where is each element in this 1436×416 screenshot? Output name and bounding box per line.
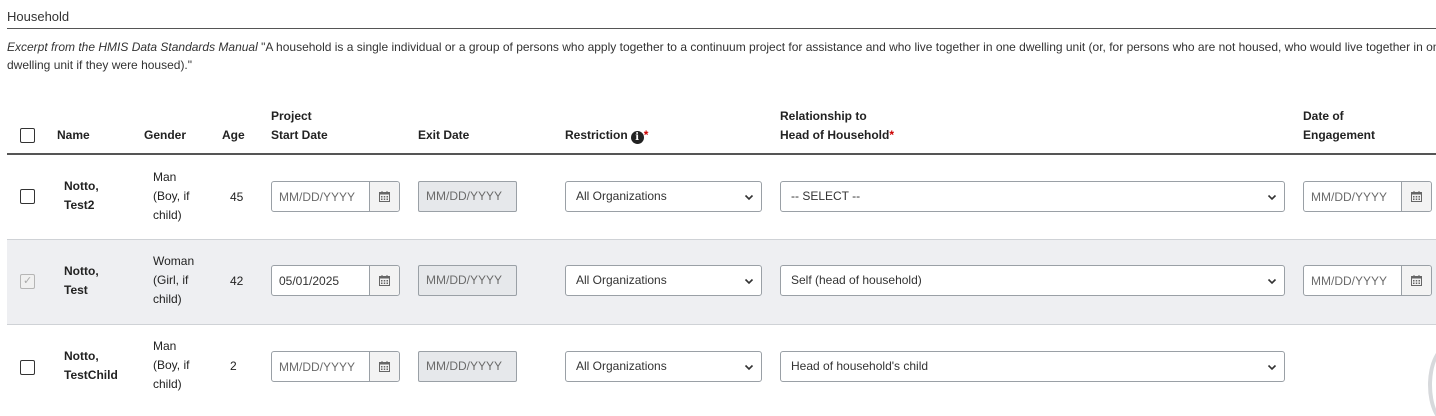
relationship-select[interactable]: Head of household's child — [780, 351, 1285, 382]
chevron-down-icon — [1267, 278, 1277, 285]
row-select-checkbox[interactable] — [20, 189, 35, 204]
restriction-value: All Organizations — [576, 359, 667, 373]
gender-line: Man — [153, 170, 177, 184]
member-name: Notto, Test2 — [64, 177, 99, 215]
member-age: 42 — [230, 274, 244, 288]
member-age: 2 — [230, 359, 237, 373]
project-start-date-input[interactable] — [272, 352, 369, 381]
section-title: Household — [7, 9, 70, 24]
table-row: Notto, TestChild Man (Boy, if child) 2 MM/D… — [7, 325, 1436, 416]
header-engagement-line2: Engagement — [1303, 128, 1376, 142]
calendar-button[interactable] — [1401, 182, 1431, 211]
engagement-date-picker — [1303, 265, 1432, 296]
calendar-icon — [379, 191, 390, 202]
chevron-down-icon — [744, 364, 754, 371]
member-name: Notto, TestChild — [64, 347, 118, 385]
info-icon[interactable]: i — [630, 131, 644, 144]
header-relationship: Relationship to Head of Household* — [780, 107, 894, 145]
header-date-of-engagement: Date of Engagement — [1303, 107, 1375, 145]
calendar-button[interactable] — [369, 266, 399, 295]
calendar-icon — [1411, 275, 1422, 286]
project-start-date-input[interactable] — [272, 182, 369, 211]
excerpt-text: Excerpt from the HMIS Data Standards Man… — [7, 38, 1436, 74]
member-gender: Man (Boy, if child) — [153, 337, 189, 394]
name-line: Notto, — [64, 349, 99, 363]
relationship-value: -- SELECT -- — [791, 189, 861, 203]
chevron-down-icon — [744, 278, 754, 285]
restriction-select[interactable]: All Organizations — [565, 181, 762, 212]
excerpt-label: Excerpt from the HMIS Data Standards Man… — [7, 40, 258, 54]
header-project-start-line1: Project — [271, 109, 312, 123]
relationship-select[interactable]: Self (head of household) — [780, 265, 1285, 296]
required-marker: * — [643, 128, 649, 142]
engagement-date-input[interactable] — [1304, 182, 1401, 211]
calendar-button[interactable] — [1401, 266, 1431, 295]
header-restriction-label: Restriction — [565, 128, 628, 142]
calendar-button[interactable] — [369, 352, 399, 381]
name-line: Notto, — [64, 264, 99, 278]
name-line: Test2 — [64, 198, 95, 212]
exit-date-field: MM/DD/YYYY — [418, 351, 517, 382]
gender-line: Woman — [153, 254, 195, 268]
header-name: Name — [57, 128, 90, 142]
chevron-down-icon — [1267, 194, 1277, 201]
name-line: Notto, — [64, 179, 99, 193]
name-line: TestChild — [64, 368, 118, 382]
member-gender: Woman (Girl, if child) — [153, 252, 194, 309]
exit-date-field: MM/DD/YYYY — [418, 181, 517, 212]
engagement-date-picker — [1303, 181, 1432, 212]
header-restriction: Restriction i * — [565, 126, 648, 145]
relationship-value: Head of household's child — [791, 359, 929, 373]
header-relationship-line1: Relationship to — [780, 109, 867, 123]
header-project-start-line2: Start Date — [271, 128, 328, 142]
name-line: Test — [64, 283, 88, 297]
header-age: Age — [222, 128, 245, 142]
project-start-date-picker — [271, 181, 400, 212]
chevron-down-icon — [744, 194, 754, 201]
restriction-select[interactable]: All Organizations — [565, 265, 762, 296]
row-select-checkbox[interactable] — [20, 360, 35, 375]
gender-line: Man — [153, 339, 177, 353]
calendar-icon — [379, 275, 390, 286]
engagement-date-input[interactable] — [1304, 266, 1401, 295]
gender-line: child) — [153, 377, 182, 391]
select-all-checkbox[interactable] — [20, 128, 35, 143]
section-divider — [7, 28, 1436, 29]
gender-line: (Boy, if — [153, 358, 190, 372]
header-exit-date: Exit Date — [418, 128, 470, 142]
project-start-date-picker — [271, 351, 400, 382]
required-marker: * — [889, 128, 895, 142]
header-project-start-date: Project Start Date — [271, 107, 328, 145]
relationship-select[interactable]: -- SELECT -- — [780, 181, 1285, 212]
project-start-date-picker — [271, 265, 400, 296]
member-name: Notto, Test — [64, 262, 99, 300]
project-start-date-input[interactable] — [272, 266, 369, 295]
gender-line: (Boy, if — [153, 189, 190, 203]
calendar-icon — [1411, 191, 1422, 202]
gender-line: child) — [153, 208, 182, 222]
calendar-button[interactable] — [369, 182, 399, 211]
table-row: Notto, Test Woman (Girl, if child) 42 MM/DD… — [7, 240, 1436, 325]
member-gender: Man (Boy, if child) — [153, 168, 189, 225]
header-gender: Gender — [144, 128, 187, 142]
calendar-icon — [379, 361, 390, 372]
gender-line: (Girl, if — [153, 273, 189, 287]
row-select-checkbox[interactable] — [20, 274, 35, 289]
table-row: Notto, Test2 Man (Boy, if child) 45 MM/DD/Y… — [7, 155, 1436, 240]
relationship-value: Self (head of household) — [791, 273, 922, 287]
restriction-select[interactable]: All Organizations — [565, 351, 762, 382]
header-engagement-line1: Date of — [1303, 109, 1344, 123]
exit-date-field: MM/DD/YYYY — [418, 265, 517, 296]
restriction-value: All Organizations — [576, 273, 667, 287]
member-age: 45 — [230, 190, 244, 204]
header-relationship-line2: Head of Household — [780, 128, 890, 142]
chevron-down-icon — [1267, 364, 1277, 371]
gender-line: child) — [153, 292, 182, 306]
restriction-value: All Organizations — [576, 189, 667, 203]
